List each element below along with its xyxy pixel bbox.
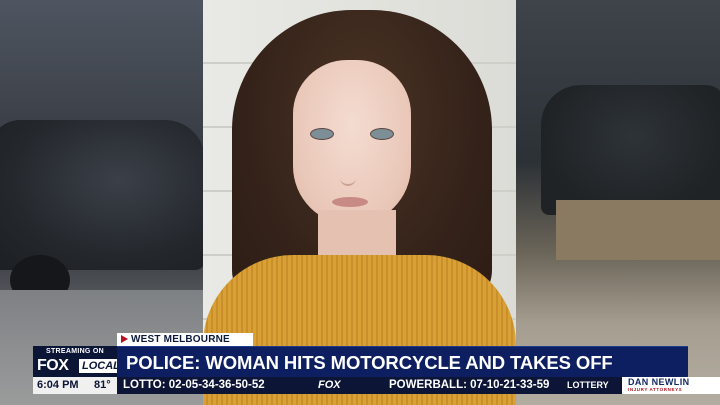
fox-wordmark: FOX	[37, 357, 69, 374]
sponsor-subtitle: INJURY ATTORNEYS	[628, 387, 683, 392]
blurred-car	[541, 85, 720, 215]
location-tag: WEST MELBOURNE	[117, 333, 253, 346]
play-triangle-icon	[121, 335, 128, 343]
photo-nose	[340, 150, 356, 186]
sponsor-logo: DAN NEWLIN INJURY ATTORNEYS	[622, 377, 720, 394]
streaming-on-label: STREAMING ON	[45, 348, 105, 355]
ticker-crawl: LOTTO: 02-05-34-36-50-52 FOX POWERBALL: …	[117, 377, 625, 394]
time-temp-box: 6:04 PM 81°	[33, 377, 117, 394]
headline-bar: POLICE: WOMAN HITS MOTORCYCLE AND TAKES …	[117, 346, 688, 378]
photo-eye-right	[370, 128, 394, 140]
blurred-wall	[556, 200, 720, 260]
sponsor-name: DAN NEWLIN	[628, 377, 690, 387]
lotto-result: LOTTO: 02-05-34-36-50-52	[123, 379, 265, 391]
blurred-car	[0, 120, 205, 270]
headline-text: POLICE: WOMAN HITS MOTORCYCLE AND TAKES …	[126, 352, 613, 373]
location-label: WEST MELBOURNE	[131, 334, 230, 345]
background-right-blurred	[516, 0, 720, 405]
ticker-bar: 6:04 PM 81° LOTTO: 02-05-34-36-50-52 FOX…	[33, 377, 720, 394]
photo-lips	[332, 197, 368, 207]
time-label: 6:04 PM	[37, 379, 79, 391]
video-frame	[0, 0, 720, 405]
fox-local-logo: STREAMING ON FOX LOCAL	[33, 346, 123, 377]
photo-eye-left	[310, 128, 334, 140]
fox-ticker-logo: FOX	[318, 379, 341, 391]
powerball-result: POWERBALL: 07-10-21-33-59	[389, 379, 550, 391]
ticker-category: LOTTERY	[567, 380, 609, 390]
temperature-label: 81°	[94, 379, 111, 391]
